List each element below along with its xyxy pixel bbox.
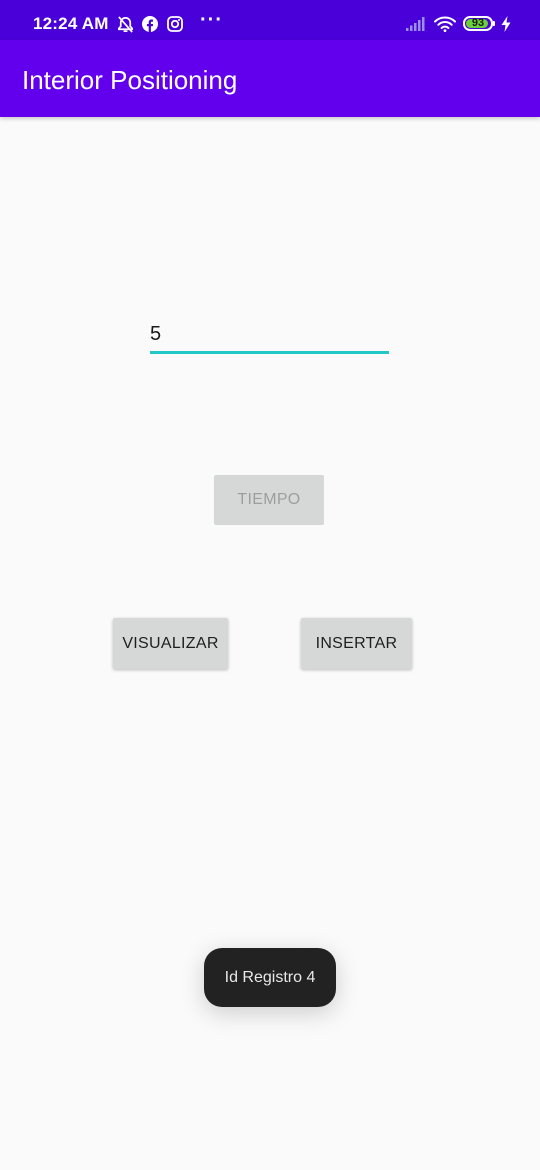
more-icon: ··· [200,9,223,31]
status-time: 12:24 AM [33,14,109,33]
visualizar-button[interactable]: VISUALIZAR [113,618,228,669]
toast-text: Id Registro 4 [224,968,316,986]
tiempo-button[interactable]: TIEMPO [214,475,324,525]
alarm-off-icon [115,14,135,34]
facebook-icon [141,14,159,34]
insertar-button[interactable]: INSERTAR [301,618,412,669]
time-input[interactable] [150,318,389,354]
battery-icon: 93 [463,16,493,31]
battery-tip [493,21,495,26]
signal-icon [405,14,427,34]
app-bar: Interior Positioning [0,40,540,117]
app-screen: 12:24 AM ··· 93 Interior Positioning 5 T… [0,0,540,1170]
toast-message: Id Registro 4 [204,948,336,1007]
instagram-icon [166,14,184,34]
battery-level: 93 [471,17,485,29]
app-title: Interior Positioning [22,65,238,95]
status-bar: 12:24 AM ··· 93 [0,0,540,40]
charging-icon [500,14,512,34]
wifi-icon [433,14,457,34]
